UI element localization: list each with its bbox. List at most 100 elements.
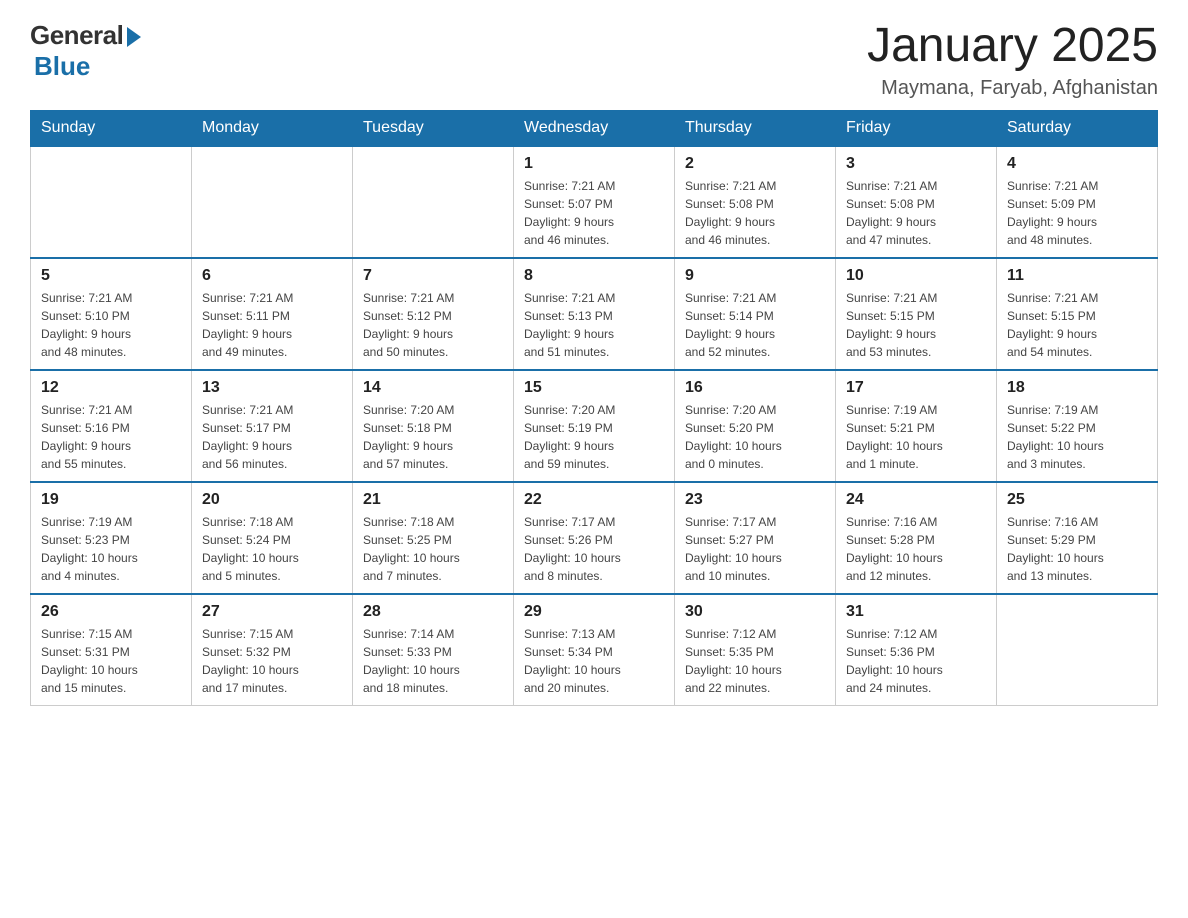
calendar-day-header: Thursday	[675, 110, 836, 146]
calendar-day-cell: 20Sunrise: 7:18 AMSunset: 5:24 PMDayligh…	[192, 482, 353, 594]
calendar-day-cell: 16Sunrise: 7:20 AMSunset: 5:20 PMDayligh…	[675, 370, 836, 482]
day-info: Sunrise: 7:21 AMSunset: 5:13 PMDaylight:…	[524, 289, 664, 361]
calendar-week-row: 26 Sunrise: 7:15 AMSunset: 5:31 PMDayligh…	[31, 594, 1158, 706]
calendar-day-cell: 22Sunrise: 7:17 AMSunset: 5:26 PMDayligh…	[514, 482, 675, 594]
calendar-day-cell: 11 Sunrise: 7:21 AMSunset: 5:15 PMDayligh…	[997, 258, 1158, 370]
day-number: 12	[41, 379, 181, 397]
calendar-day-cell: 19 Sunrise: 7:19 AMSunset: 5:23 PMDayligh…	[31, 482, 192, 594]
day-number: 30	[685, 603, 825, 621]
calendar-day-header: Sunday	[31, 110, 192, 146]
day-info: Sunrise: 7:21 AMSunset: 5:11 PMDaylight:…	[202, 289, 342, 361]
day-number: 31	[846, 603, 986, 621]
day-number: 20	[202, 491, 342, 509]
calendar-day-cell: 3 Sunrise: 7:21 AMSunset: 5:08 PMDaylight…	[836, 146, 997, 258]
day-info: Sunrise: 7:21 AMSunset: 5:07 PMDaylight:…	[524, 177, 664, 249]
day-info: Sunrise: 7:20 AMSunset: 5:18 PMDaylight:…	[363, 401, 503, 473]
day-info: Sunrise: 7:16 AMSunset: 5:29 PMDaylight:…	[1007, 513, 1147, 585]
title-section: January 2025 Maymana, Faryab, Afghanista…	[867, 20, 1158, 100]
calendar-day-cell: 21 Sunrise: 7:18 AMSunset: 5:25 PMDayligh…	[353, 482, 514, 594]
calendar-header-row: SundayMondayTuesdayWednesdayThursdayFrid…	[31, 110, 1158, 146]
calendar-day-cell: 31 Sunrise: 7:12 AMSunset: 5:36 PMDayligh…	[836, 594, 997, 706]
day-number: 8	[524, 267, 664, 285]
day-number: 13	[202, 379, 342, 397]
location-text: Maymana, Faryab, Afghanistan	[867, 77, 1158, 100]
day-number: 11	[1007, 267, 1147, 285]
day-number: 1	[524, 155, 664, 173]
calendar-day-cell: 6 Sunrise: 7:21 AMSunset: 5:11 PMDaylight…	[192, 258, 353, 370]
day-number: 28	[363, 603, 503, 621]
day-number: 18	[1007, 379, 1147, 397]
day-info: Sunrise: 7:15 AMSunset: 5:31 PMDaylight:…	[41, 625, 181, 697]
day-info: Sunrise: 7:21 AMSunset: 5:08 PMDaylight:…	[685, 177, 825, 249]
calendar-day-cell: 25 Sunrise: 7:16 AMSunset: 5:29 PMDayligh…	[997, 482, 1158, 594]
calendar-table: SundayMondayTuesdayWednesdayThursdayFrid…	[30, 110, 1158, 706]
calendar-day-cell	[353, 146, 514, 258]
day-info: Sunrise: 7:21 AMSunset: 5:17 PMDaylight:…	[202, 401, 342, 473]
calendar-day-cell: 13 Sunrise: 7:21 AMSunset: 5:17 PMDayligh…	[192, 370, 353, 482]
calendar-day-header: Monday	[192, 110, 353, 146]
day-info: Sunrise: 7:21 AMSunset: 5:08 PMDaylight:…	[846, 177, 986, 249]
day-number: 19	[41, 491, 181, 509]
calendar-day-cell: 23 Sunrise: 7:17 AMSunset: 5:27 PMDayligh…	[675, 482, 836, 594]
day-info: Sunrise: 7:18 AMSunset: 5:25 PMDaylight:…	[363, 513, 503, 585]
calendar-week-row: 19 Sunrise: 7:19 AMSunset: 5:23 PMDayligh…	[31, 482, 1158, 594]
day-number: 6	[202, 267, 342, 285]
day-info: Sunrise: 7:19 AMSunset: 5:21 PMDaylight:…	[846, 401, 986, 473]
calendar-day-cell	[997, 594, 1158, 706]
page-header: General Blue January 2025 Maymana, Farya…	[30, 20, 1158, 100]
day-info: Sunrise: 7:17 AMSunset: 5:26 PMDaylight:…	[524, 513, 664, 585]
day-info: Sunrise: 7:21 AMSunset: 5:09 PMDaylight:…	[1007, 177, 1147, 249]
logo-blue-text: Blue	[34, 51, 90, 82]
calendar-day-cell: 7 Sunrise: 7:21 AMSunset: 5:12 PMDaylight…	[353, 258, 514, 370]
day-number: 26	[41, 603, 181, 621]
day-number: 16	[685, 379, 825, 397]
day-number: 25	[1007, 491, 1147, 509]
calendar-week-row: 1 Sunrise: 7:21 AMSunset: 5:07 PMDaylight…	[31, 146, 1158, 258]
day-info: Sunrise: 7:16 AMSunset: 5:28 PMDaylight:…	[846, 513, 986, 585]
day-number: 23	[685, 491, 825, 509]
calendar-day-cell: 18 Sunrise: 7:19 AMSunset: 5:22 PMDayligh…	[997, 370, 1158, 482]
day-info: Sunrise: 7:21 AMSunset: 5:15 PMDaylight:…	[846, 289, 986, 361]
day-number: 21	[363, 491, 503, 509]
day-number: 4	[1007, 155, 1147, 173]
calendar-day-header: Tuesday	[353, 110, 514, 146]
day-number: 15	[524, 379, 664, 397]
day-number: 24	[846, 491, 986, 509]
day-info: Sunrise: 7:15 AMSunset: 5:32 PMDaylight:…	[202, 625, 342, 697]
logo-general-text: General	[30, 20, 123, 51]
day-info: Sunrise: 7:19 AMSunset: 5:23 PMDaylight:…	[41, 513, 181, 585]
day-number: 7	[363, 267, 503, 285]
calendar-day-cell: 5Sunrise: 7:21 AMSunset: 5:10 PMDaylight…	[31, 258, 192, 370]
calendar-day-cell: 2Sunrise: 7:21 AMSunset: 5:08 PMDaylight…	[675, 146, 836, 258]
calendar-day-cell: 15 Sunrise: 7:20 AMSunset: 5:19 PMDayligh…	[514, 370, 675, 482]
day-number: 3	[846, 155, 986, 173]
calendar-day-cell: 27 Sunrise: 7:15 AMSunset: 5:32 PMDayligh…	[192, 594, 353, 706]
calendar-day-cell: 4 Sunrise: 7:21 AMSunset: 5:09 PMDaylight…	[997, 146, 1158, 258]
day-info: Sunrise: 7:12 AMSunset: 5:35 PMDaylight:…	[685, 625, 825, 697]
day-info: Sunrise: 7:19 AMSunset: 5:22 PMDaylight:…	[1007, 401, 1147, 473]
calendar-day-header: Wednesday	[514, 110, 675, 146]
day-number: 27	[202, 603, 342, 621]
calendar-day-cell: 14Sunrise: 7:20 AMSunset: 5:18 PMDayligh…	[353, 370, 514, 482]
day-info: Sunrise: 7:13 AMSunset: 5:34 PMDaylight:…	[524, 625, 664, 697]
day-info: Sunrise: 7:17 AMSunset: 5:27 PMDaylight:…	[685, 513, 825, 585]
day-info: Sunrise: 7:12 AMSunset: 5:36 PMDaylight:…	[846, 625, 986, 697]
day-info: Sunrise: 7:20 AMSunset: 5:19 PMDaylight:…	[524, 401, 664, 473]
day-info: Sunrise: 7:21 AMSunset: 5:10 PMDaylight:…	[41, 289, 181, 361]
calendar-day-cell	[31, 146, 192, 258]
calendar-day-cell	[192, 146, 353, 258]
day-info: Sunrise: 7:21 AMSunset: 5:15 PMDaylight:…	[1007, 289, 1147, 361]
calendar-day-cell: 30 Sunrise: 7:12 AMSunset: 5:35 PMDayligh…	[675, 594, 836, 706]
calendar-day-header: Saturday	[997, 110, 1158, 146]
calendar-day-cell: 29 Sunrise: 7:13 AMSunset: 5:34 PMDayligh…	[514, 594, 675, 706]
calendar-day-cell: 28Sunrise: 7:14 AMSunset: 5:33 PMDayligh…	[353, 594, 514, 706]
day-info: Sunrise: 7:21 AMSunset: 5:14 PMDaylight:…	[685, 289, 825, 361]
calendar-day-cell: 12Sunrise: 7:21 AMSunset: 5:16 PMDayligh…	[31, 370, 192, 482]
day-info: Sunrise: 7:21 AMSunset: 5:12 PMDaylight:…	[363, 289, 503, 361]
calendar-week-row: 12Sunrise: 7:21 AMSunset: 5:16 PMDayligh…	[31, 370, 1158, 482]
calendar-day-cell: 26 Sunrise: 7:15 AMSunset: 5:31 PMDayligh…	[31, 594, 192, 706]
day-number: 29	[524, 603, 664, 621]
logo: General Blue	[30, 20, 141, 82]
calendar-day-cell: 10Sunrise: 7:21 AMSunset: 5:15 PMDayligh…	[836, 258, 997, 370]
calendar-day-header: Friday	[836, 110, 997, 146]
